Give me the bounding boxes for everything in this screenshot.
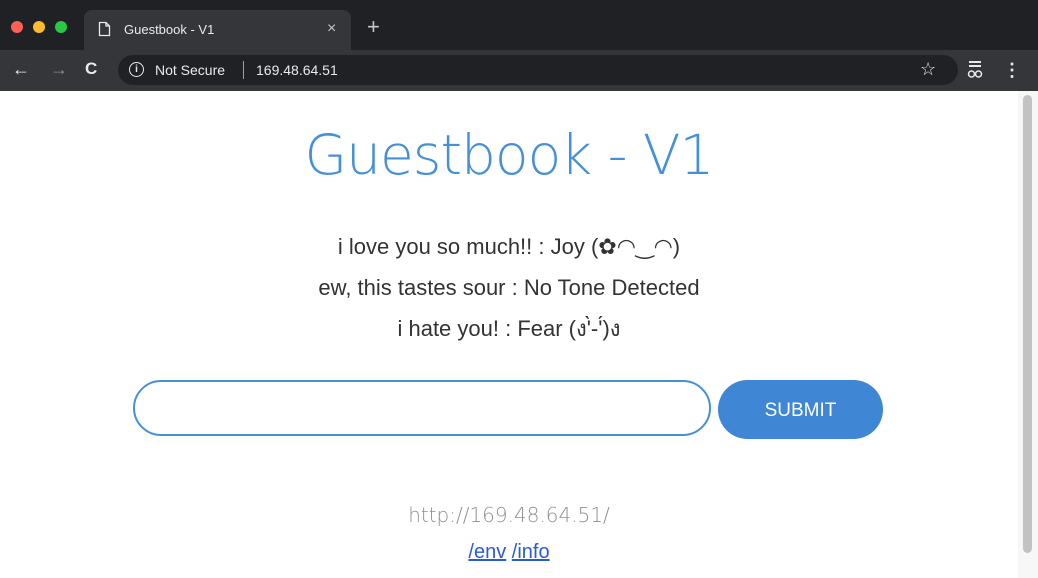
guestbook-entry: i hate you! : Fear (ง'̀-'́)ง [397,316,621,341]
address-bar[interactable]: i Not Secure 169.48.64.51 ☆ [118,55,958,85]
page-icon [98,21,111,37]
tab-title: Guestbook - V1 [124,22,215,37]
close-window-button[interactable] [11,21,23,33]
guestbook-entry: ew, this tastes sour : No Tone Detected [318,275,700,300]
host-address: http://169.48.64.51/ [408,503,610,527]
tab-strip: Guestbook - V1 × + [0,0,1038,50]
page-content: Guestbook - V1 i love you so much!! : Jo… [0,91,1018,578]
browser-tab[interactable]: Guestbook - V1 × [84,10,351,50]
extension-icon[interactable] [966,60,984,80]
close-tab-icon[interactable]: × [327,20,336,38]
info-link[interactable]: /info [512,541,550,563]
security-label[interactable]: Not Secure [155,61,225,79]
guestbook-entries: i love you so much!! : Joy (✿◠‿◠) ew, th… [0,226,1018,349]
back-button[interactable]: ← [12,58,30,80]
browser-window: Guestbook - V1 × + ← → C i Not Secure 16… [0,0,1038,578]
info-icon[interactable]: i [129,62,144,77]
page-title: Guestbook - V1 [304,123,714,187]
reload-button[interactable]: C [85,58,97,80]
browser-toolbar: ← → C i Not Secure 169.48.64.51 ☆ ⋮ [0,50,1038,91]
menu-icon[interactable]: ⋮ [1003,59,1021,81]
minimize-window-button[interactable] [33,21,45,33]
address-divider [243,61,244,79]
message-input[interactable] [135,382,709,434]
submit-button[interactable]: SUBMIT [718,380,883,439]
url-text[interactable]: 169.48.64.51 [256,61,338,79]
new-tab-button[interactable]: + [367,15,380,39]
scrollbar-thumb[interactable] [1023,95,1032,553]
scrollbar[interactable] [1018,91,1038,578]
guestbook-entry: i love you so much!! : Joy (✿◠‿◠) [337,234,681,259]
message-input-wrapper [133,380,711,436]
footer-links: /env /info [0,540,1018,564]
maximize-window-button[interactable] [55,21,67,33]
bookmark-star-icon[interactable]: ☆ [920,59,936,79]
env-link[interactable]: /env [468,541,506,563]
forward-button[interactable]: → [50,58,68,80]
